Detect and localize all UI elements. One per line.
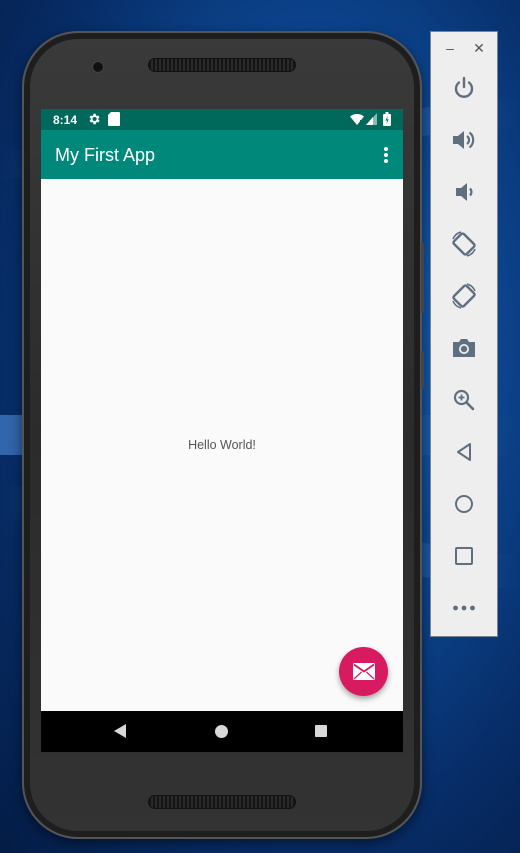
nav-home-button[interactable] (215, 725, 228, 738)
toolbar-back-button[interactable] (450, 438, 478, 466)
nav-back-button[interactable] (113, 723, 127, 739)
overflow-menu-icon[interactable] (383, 146, 389, 164)
settings-icon (89, 113, 100, 125)
power-button[interactable] (450, 74, 478, 102)
emulator-toolbar: – ✕ (430, 31, 498, 637)
volume-down-icon (456, 183, 473, 201)
volume-up-button[interactable] (450, 126, 478, 154)
camera-icon (453, 339, 475, 357)
nav-recents-button[interactable] (315, 725, 327, 737)
status-time: 8:14 (53, 113, 78, 127)
battery-icon (383, 112, 391, 126)
device-screen[interactable]: 8:14 My First App Hello World! (41, 109, 403, 752)
toolbar-close-button[interactable]: ✕ (471, 40, 487, 57)
status-bar: 8:14 (41, 109, 403, 130)
toolbar-minimize-button[interactable]: – (442, 40, 458, 56)
rotate-left-icon (452, 231, 476, 257)
app-toolbar: My First App (41, 130, 403, 179)
home-icon (455, 495, 473, 513)
emulated-phone: 8:14 My First App Hello World! (22, 31, 424, 839)
power-side-button[interactable] (421, 351, 424, 389)
rotate-right-icon (452, 283, 476, 309)
zoom-icon (453, 389, 475, 411)
power-icon (454, 76, 474, 98)
back-icon (457, 443, 471, 461)
email-fab-button[interactable] (339, 647, 388, 696)
rotate-left-button[interactable] (450, 230, 478, 258)
volume-down-button[interactable] (450, 178, 478, 206)
zoom-button[interactable] (450, 386, 478, 414)
front-camera (92, 61, 104, 73)
overview-icon (455, 547, 473, 565)
navigation-bar (41, 711, 403, 752)
volume-rocker[interactable] (421, 243, 424, 313)
wifi-icon (350, 113, 364, 125)
screenshot-button[interactable] (450, 334, 478, 362)
hello-world-text: Hello World! (188, 438, 256, 452)
earpiece-speaker (148, 58, 296, 72)
volume-up-icon (453, 131, 475, 149)
toolbar-home-button[interactable] (450, 490, 478, 518)
signal-icon (366, 113, 377, 125)
email-icon (352, 663, 375, 680)
app-title: My First App (55, 145, 156, 165)
more-options-button[interactable] (450, 594, 478, 622)
sd-card-icon (108, 112, 120, 126)
toolbar-overview-button[interactable] (450, 542, 478, 570)
main-content: Hello World! (41, 179, 403, 711)
more-icon (453, 605, 475, 611)
rotate-right-button[interactable] (450, 282, 478, 310)
bottom-speaker (148, 795, 296, 809)
